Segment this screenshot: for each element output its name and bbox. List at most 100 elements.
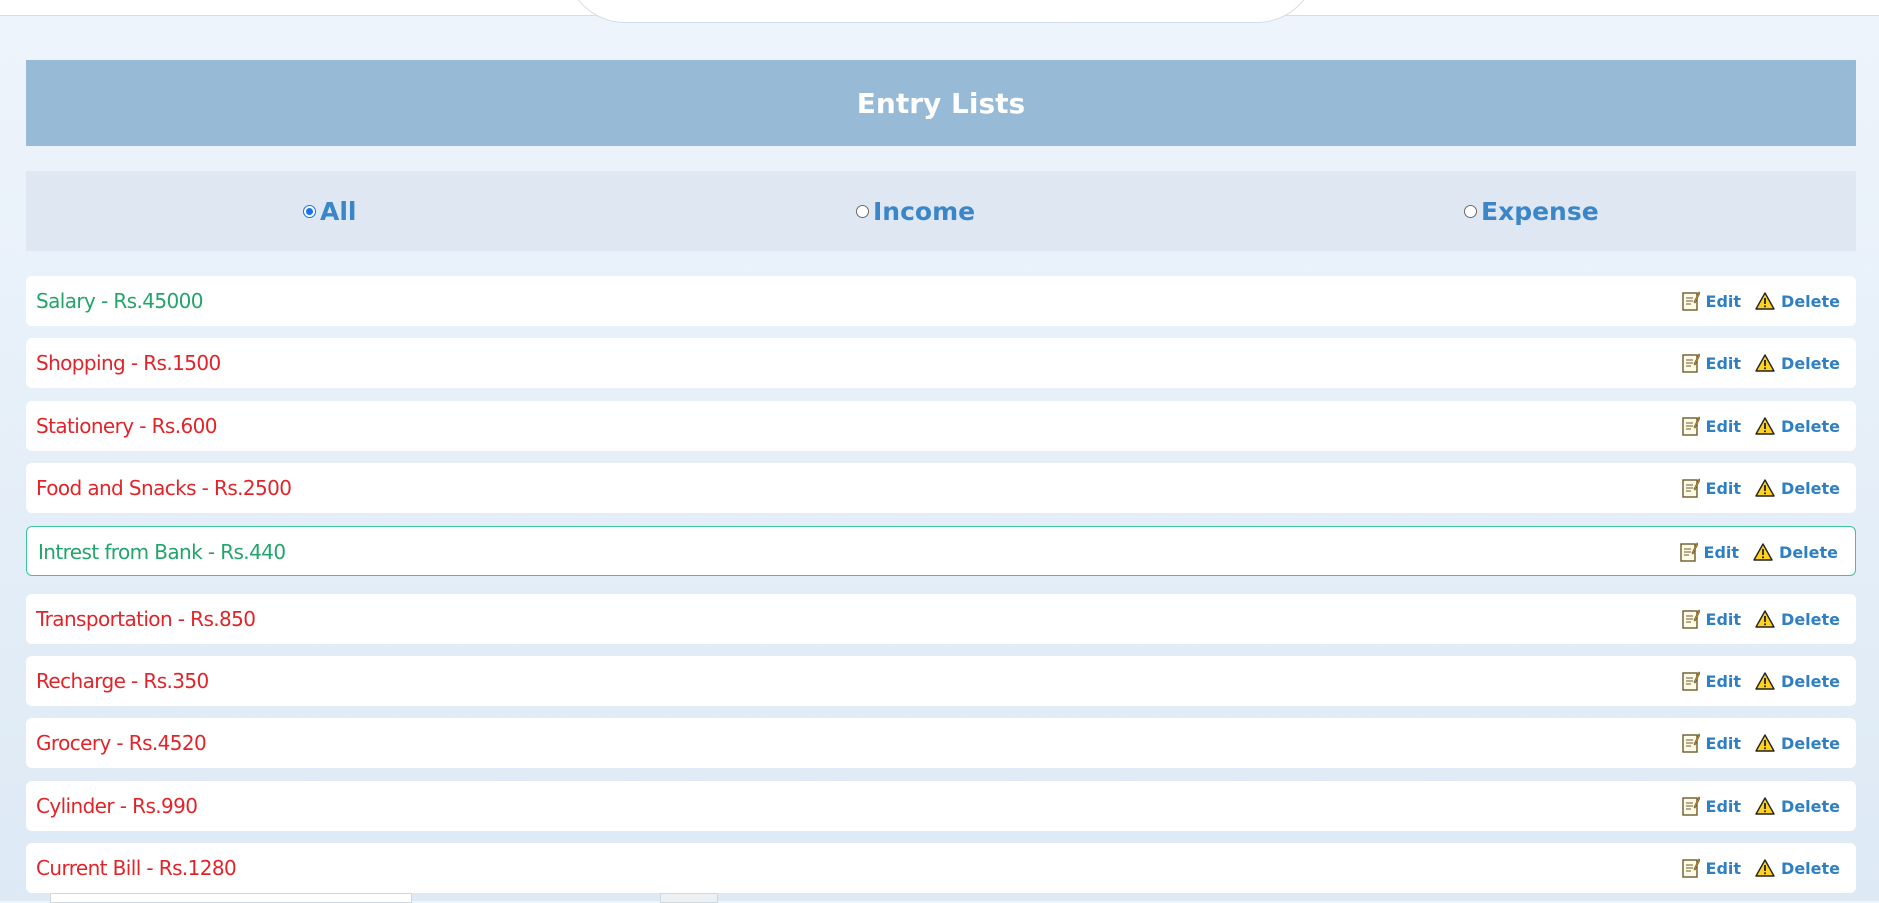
entry-actions: Edit Delete (1679, 527, 1838, 577)
memo-icon (1681, 353, 1701, 373)
warning-icon (1755, 479, 1775, 497)
entry-text: Transportation - Rs.850 (36, 607, 256, 631)
delete-label: Delete (1779, 542, 1838, 562)
entry-row: Shopping - Rs.1500 Edit Delete (26, 338, 1856, 388)
entry-text: Shopping - Rs.1500 (36, 351, 221, 375)
edit-button[interactable]: Edit (1681, 609, 1742, 629)
warning-icon (1753, 543, 1773, 561)
delete-button[interactable]: Delete (1755, 734, 1840, 753)
memo-icon (1681, 671, 1701, 691)
edit-button[interactable]: Edit (1681, 796, 1742, 816)
delete-label: Delete (1781, 291, 1840, 311)
warning-icon (1755, 610, 1775, 628)
delete-button[interactable]: Delete (1755, 479, 1840, 498)
delete-label: Delete (1781, 353, 1840, 373)
entry-row: Stationery - Rs.600 Edit Delete (26, 401, 1856, 451)
edit-button[interactable]: Edit (1681, 858, 1742, 878)
edit-label: Edit (1705, 796, 1742, 816)
entry-actions: Edit Delete (1681, 781, 1840, 831)
delete-label: Delete (1781, 416, 1840, 436)
delete-button[interactable]: Delete (1755, 672, 1840, 691)
entry-text: Intrest from Bank - Rs.440 (38, 540, 286, 564)
entry-actions: Edit Delete (1681, 401, 1840, 451)
edit-label: Edit (1705, 858, 1742, 878)
entry-text: Current Bill - Rs.1280 (36, 856, 237, 880)
edit-label: Edit (1705, 733, 1742, 753)
delete-button[interactable]: Delete (1755, 292, 1840, 311)
filter-all-label: All (320, 196, 357, 226)
edit-label: Edit (1705, 671, 1742, 691)
edit-button[interactable]: Edit (1681, 291, 1742, 311)
radio-income[interactable] (856, 204, 869, 218)
memo-icon (1681, 478, 1701, 498)
delete-label: Delete (1781, 858, 1840, 878)
memo-icon (1681, 416, 1701, 436)
entry-actions: Edit Delete (1681, 594, 1840, 644)
filter-expense-label: Expense (1481, 196, 1599, 226)
entry-actions: Edit Delete (1681, 718, 1840, 768)
delete-label: Delete (1781, 733, 1840, 753)
delete-button[interactable]: Delete (1755, 417, 1840, 436)
memo-icon (1681, 733, 1701, 753)
warning-icon (1755, 797, 1775, 815)
edit-button[interactable]: Edit (1681, 671, 1742, 691)
entry-text: Grocery - Rs.4520 (36, 731, 207, 755)
warning-icon (1755, 734, 1775, 752)
entry-list-header: Entry Lists (26, 60, 1856, 146)
entry-row: Transportation - Rs.850 Edit Delete (26, 594, 1856, 644)
entry-row: Current Bill - Rs.1280 Edit Delete (26, 843, 1856, 893)
edit-button[interactable]: Edit (1681, 353, 1742, 373)
memo-icon (1681, 609, 1701, 629)
edit-label: Edit (1705, 416, 1742, 436)
warning-icon (1755, 354, 1775, 372)
filter-income-label: Income (873, 196, 976, 226)
entry-row: Salary - Rs.45000 Edit Delete (26, 276, 1856, 326)
entry-row: Recharge - Rs.350 Edit Delete (26, 656, 1856, 706)
delete-label: Delete (1781, 671, 1840, 691)
filter-radio-group: All Income Expense (26, 171, 1856, 251)
entry-text: Recharge - Rs.350 (36, 669, 209, 693)
entry-actions: Edit Delete (1681, 843, 1840, 893)
edit-label: Edit (1705, 353, 1742, 373)
edit-label: Edit (1705, 478, 1742, 498)
filter-expense[interactable]: Expense (1464, 171, 1599, 251)
footer-fragment (50, 893, 412, 903)
edit-button[interactable]: Edit (1679, 542, 1740, 562)
delete-button[interactable]: Delete (1755, 610, 1840, 629)
delete-button[interactable]: Delete (1755, 797, 1840, 816)
edit-label: Edit (1703, 542, 1740, 562)
footer-fragment-small (660, 893, 718, 903)
edit-button[interactable]: Edit (1681, 478, 1742, 498)
delete-button[interactable]: Delete (1755, 859, 1840, 878)
edit-button[interactable]: Edit (1681, 733, 1742, 753)
entry-row: Grocery - Rs.4520 Edit Delete (26, 718, 1856, 768)
warning-icon (1755, 417, 1775, 435)
delete-label: Delete (1781, 609, 1840, 629)
warning-icon (1755, 672, 1775, 690)
memo-icon (1681, 796, 1701, 816)
entry-actions: Edit Delete (1681, 338, 1840, 388)
delete-button[interactable]: Delete (1755, 354, 1840, 373)
delete-label: Delete (1781, 478, 1840, 498)
top-nav-tab (565, 0, 1317, 23)
delete-label: Delete (1781, 796, 1840, 816)
entry-text: Stationery - Rs.600 (36, 414, 217, 438)
memo-icon (1679, 542, 1699, 562)
entry-text: Cylinder - Rs.990 (36, 794, 198, 818)
delete-button[interactable]: Delete (1753, 543, 1838, 562)
radio-expense[interactable] (1464, 204, 1477, 218)
edit-label: Edit (1705, 291, 1742, 311)
edit-button[interactable]: Edit (1681, 416, 1742, 436)
filter-all[interactable]: All (303, 171, 357, 251)
entry-actions: Edit Delete (1681, 656, 1840, 706)
radio-all[interactable] (303, 204, 316, 218)
warning-icon (1755, 859, 1775, 877)
edit-label: Edit (1705, 609, 1742, 629)
entry-actions: Edit Delete (1681, 463, 1840, 513)
entry-actions: Edit Delete (1681, 276, 1840, 326)
memo-icon (1681, 858, 1701, 878)
entry-text: Salary - Rs.45000 (36, 289, 203, 313)
page-title: Entry Lists (856, 86, 1026, 120)
filter-income[interactable]: Income (856, 171, 975, 251)
entry-row: Food and Snacks - Rs.2500 Edit Delete (26, 463, 1856, 513)
